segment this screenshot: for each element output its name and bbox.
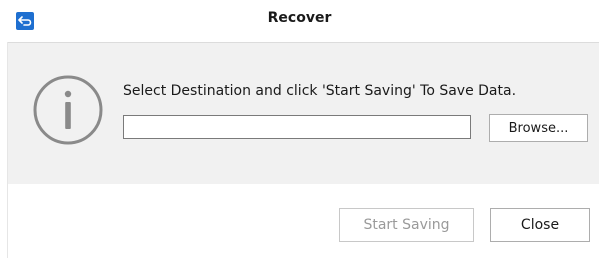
close-button[interactable]: Close — [490, 208, 590, 242]
destination-path-input[interactable] — [123, 115, 471, 139]
info-icon — [33, 75, 103, 145]
title-bar: Recover — [0, 0, 599, 43]
content-panel: Select Destination and click 'Start Savi… — [8, 43, 599, 184]
left-border — [0, 42, 8, 258]
dialog-title: Recover — [267, 10, 332, 26]
instruction-text: Select Destination and click 'Start Savi… — [123, 83, 517, 99]
recover-dialog: Recover Select Destination and click 'St… — [0, 0, 599, 258]
start-saving-button[interactable]: Start Saving — [339, 208, 474, 242]
browse-button[interactable]: Browse... — [489, 114, 588, 142]
dialog-footer: Start Saving Close — [8, 184, 599, 258]
